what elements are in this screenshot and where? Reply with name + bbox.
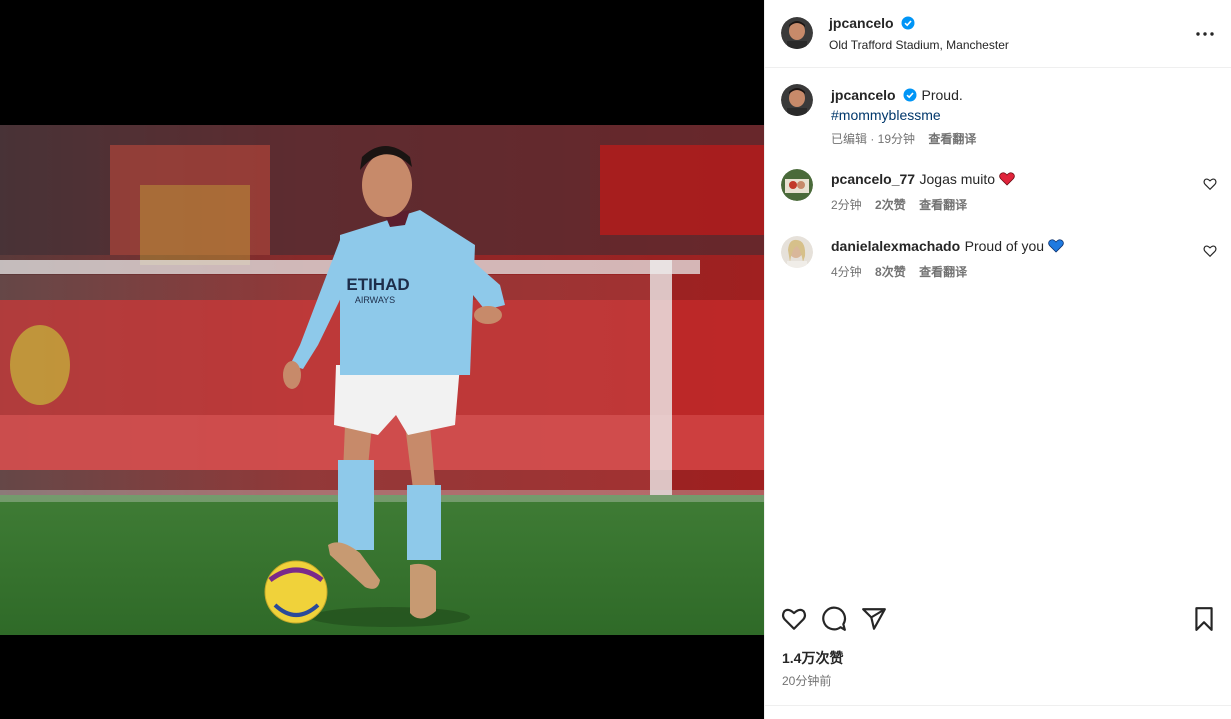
- likes-count[interactable]: 1.4万次赞: [782, 648, 843, 668]
- post-side-panel: jpcancelo Old Trafford Stadium, Manchest…: [764, 0, 1231, 719]
- comment-text: Jogas muito: [919, 171, 995, 187]
- football-player-photo: ETIHAD AIRWAYS: [0, 125, 764, 635]
- post-photo[interactable]: ETIHAD AIRWAYS: [0, 125, 764, 635]
- comment-row: danielalexmachado Proud of you: [831, 238, 1065, 256]
- more-horizontal-icon: [1196, 32, 1214, 36]
- caption-text: Proud.: [921, 87, 963, 103]
- comment-button[interactable]: [821, 606, 847, 632]
- comment-translate-link[interactable]: 查看翻译: [919, 265, 967, 279]
- post-location[interactable]: Old Trafford Stadium, Manchester: [829, 38, 1009, 52]
- comment-meta: 4分钟 8次赞 查看翻译: [831, 263, 977, 280]
- more-options-button[interactable]: [1193, 22, 1217, 46]
- heart-outline-icon: [1203, 245, 1217, 258]
- comment-likes[interactable]: 8次赞: [875, 265, 906, 279]
- divider: [765, 705, 1231, 706]
- post-media: ETIHAD AIRWAYS: [0, 0, 764, 719]
- bookmark-icon: [1195, 607, 1213, 631]
- caption-meta: 已编辑 · 19分钟 查看翻译: [831, 130, 986, 147]
- caption-hashtag[interactable]: #mommyblessme: [831, 107, 941, 123]
- comment-username[interactable]: pcancelo_77: [831, 171, 915, 187]
- caption-translate-link[interactable]: 查看翻译: [928, 132, 976, 146]
- comment-translate-link[interactable]: 查看翻译: [919, 198, 967, 212]
- post-timestamp: 20分钟前: [782, 674, 832, 688]
- caption-avatar[interactable]: [781, 84, 813, 116]
- comment-like-button[interactable]: [1203, 244, 1217, 258]
- comment-like-button[interactable]: [1203, 177, 1217, 191]
- comment-text: Proud of you: [964, 238, 1045, 254]
- share-icon: [862, 608, 886, 630]
- author-username[interactable]: jpcancelo: [829, 15, 894, 31]
- comment-meta: 2分钟 2次赞 查看翻译: [831, 196, 977, 213]
- comment-icon: [822, 606, 847, 631]
- save-button[interactable]: [1191, 606, 1217, 632]
- instagram-post: ETIHAD AIRWAYS jpcancelo Old Trafford St…: [0, 0, 1231, 719]
- blue-heart-emoji-icon: [1048, 238, 1065, 255]
- post-header: jpcancelo Old Trafford Stadium, Manchest…: [765, 0, 1231, 68]
- verified-badge-icon: [901, 16, 915, 35]
- heart-icon: [781, 608, 807, 630]
- red-heart-emoji-icon: [999, 171, 1016, 188]
- share-button[interactable]: [861, 606, 887, 632]
- shirt-sponsor-sub-text: AIRWAYS: [355, 295, 395, 305]
- comment-time: 2分钟: [831, 198, 862, 212]
- author-avatar[interactable]: [781, 17, 813, 49]
- caption: jpcancelo Proud.: [831, 87, 1215, 107]
- comment-username[interactable]: danielalexmachado: [831, 238, 960, 254]
- caption-edited: 已编辑 · 19分钟: [831, 132, 916, 146]
- heart-outline-icon: [1203, 178, 1217, 191]
- verified-badge-icon: [903, 88, 917, 107]
- comment-likes[interactable]: 2次赞: [875, 198, 906, 212]
- comment-time: 4分钟: [831, 265, 862, 279]
- shirt-sponsor-text: ETIHAD: [346, 275, 409, 294]
- comment-avatar[interactable]: [781, 169, 813, 201]
- comment-row: pcancelo_77 Jogas muito: [831, 171, 1016, 189]
- comment-avatar[interactable]: [781, 236, 813, 268]
- like-button[interactable]: [781, 606, 807, 632]
- post-actions-bar: [781, 606, 1217, 634]
- caption-username[interactable]: jpcancelo: [831, 87, 896, 103]
